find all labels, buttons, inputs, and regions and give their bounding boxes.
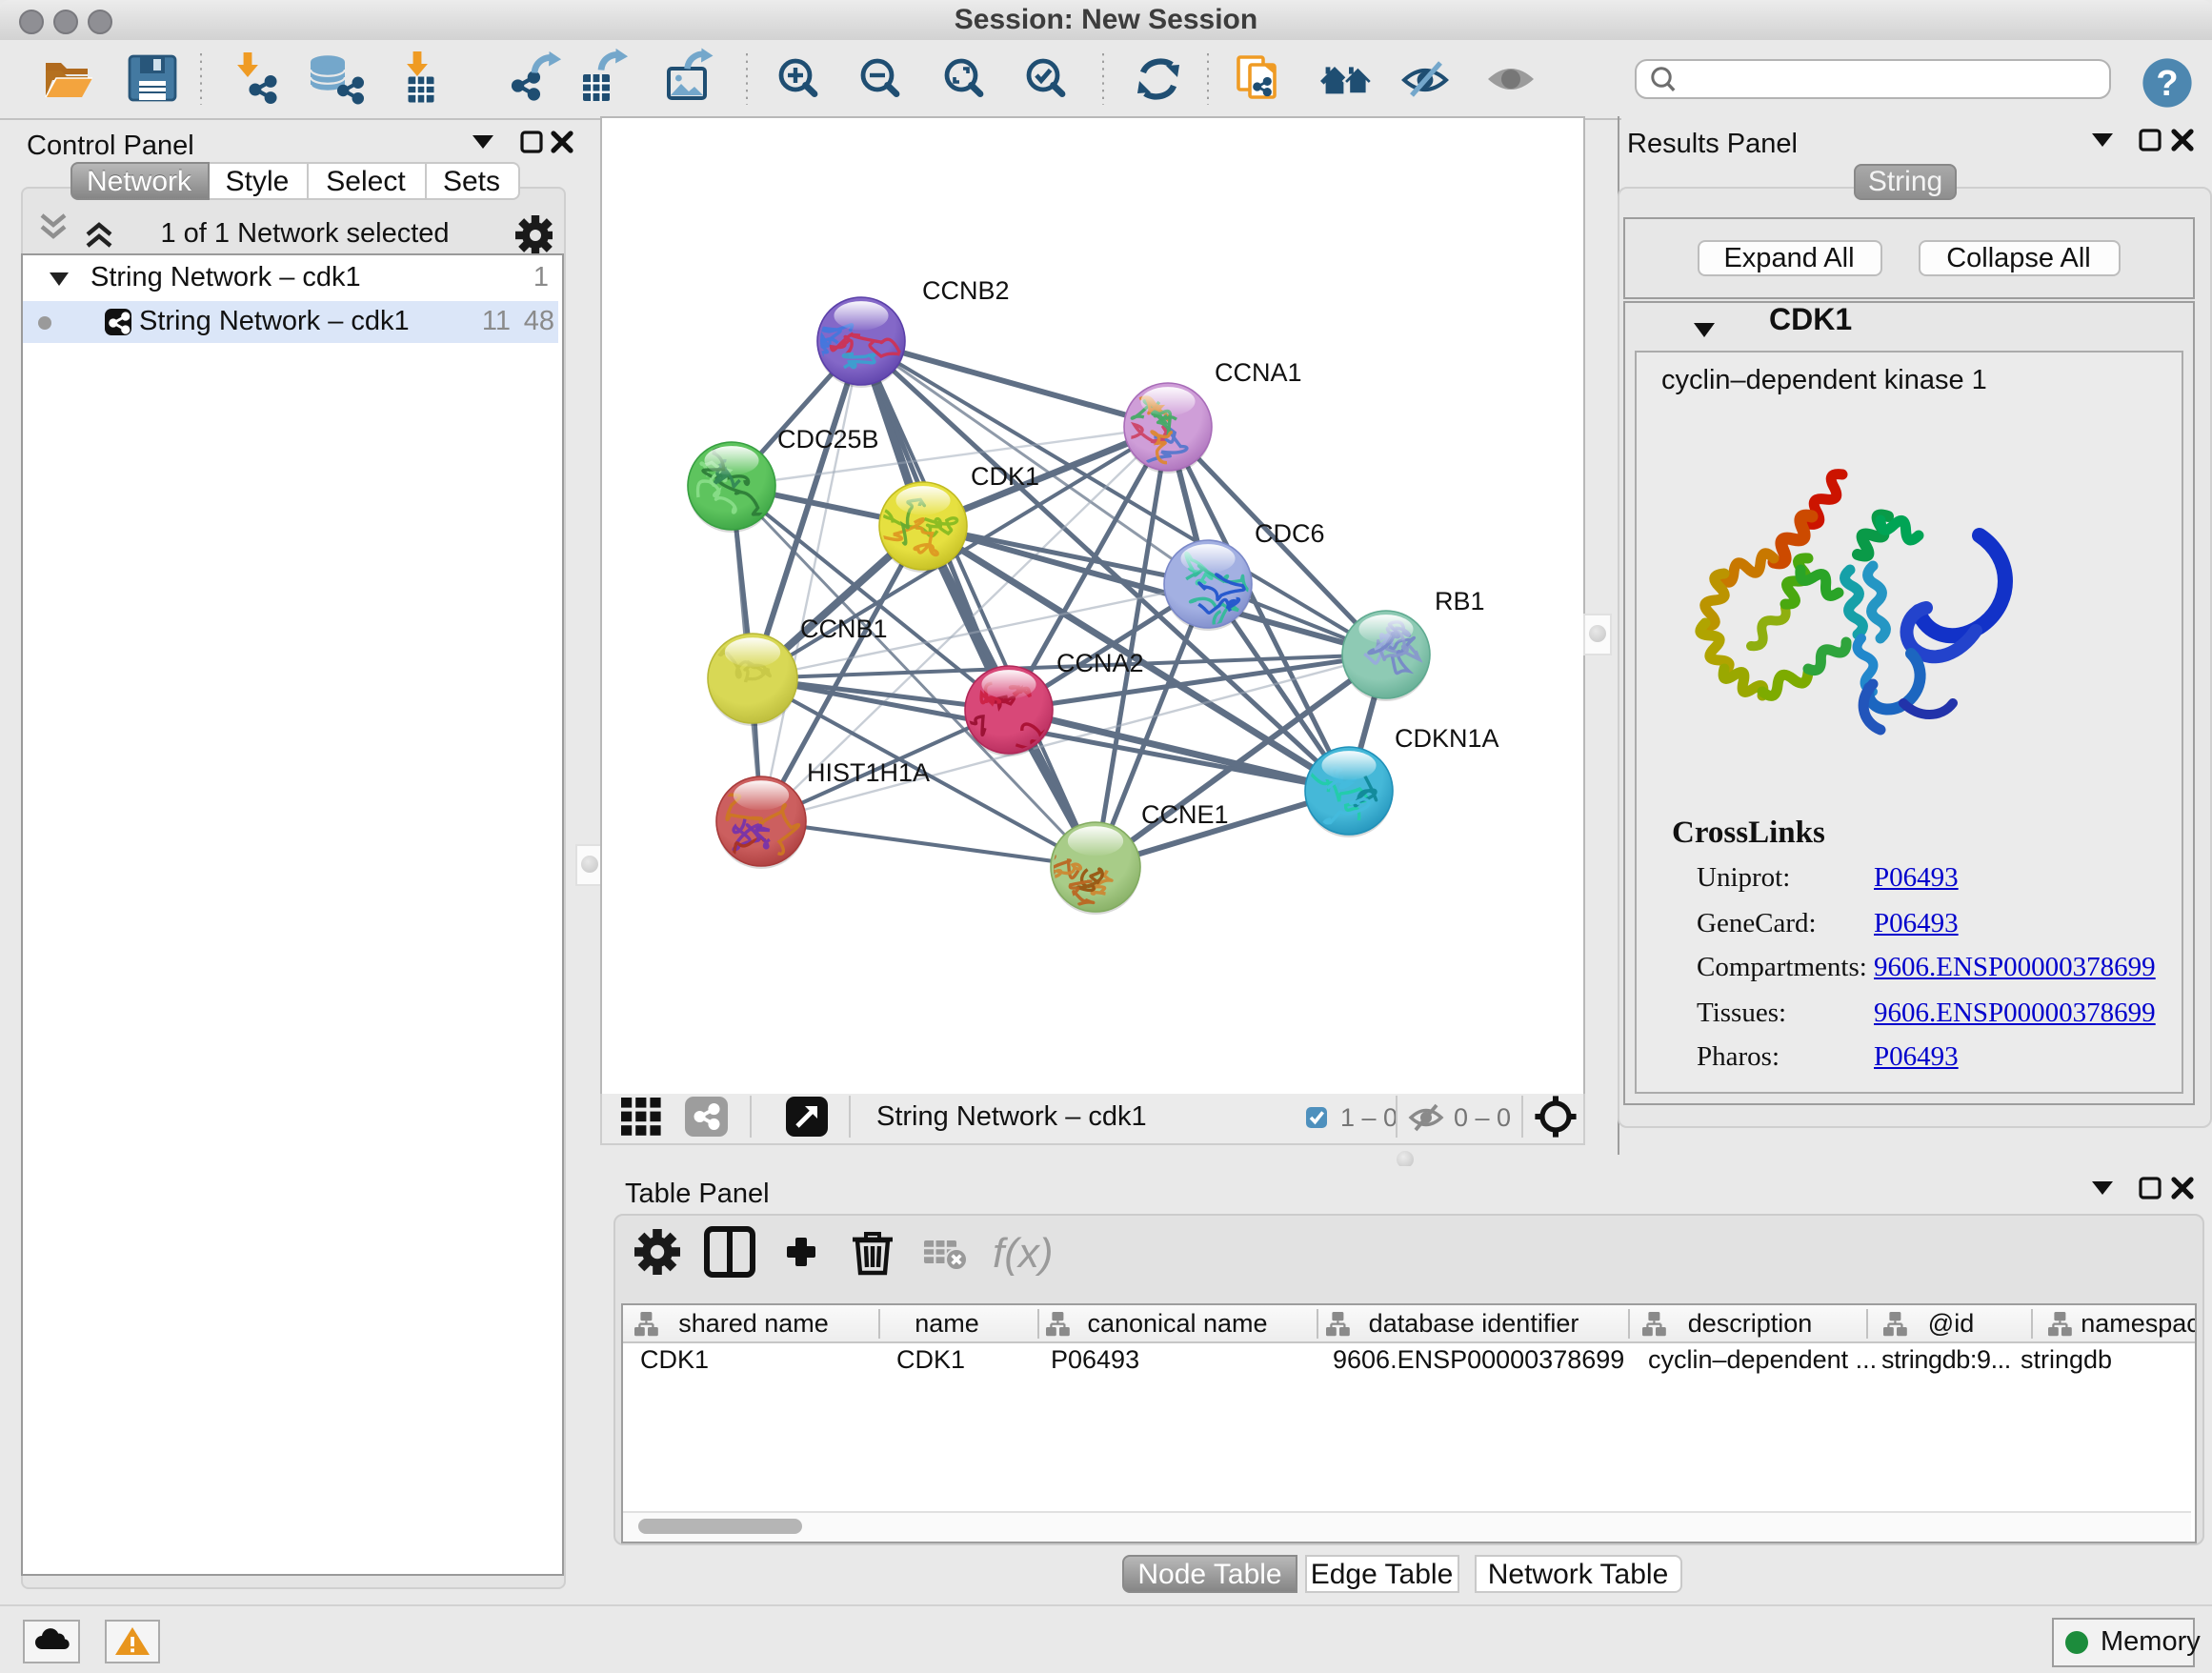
svg-text:name: name bbox=[914, 1308, 978, 1337]
svg-text:CCNE1: CCNE1 bbox=[1141, 800, 1229, 829]
svg-text:CCNB1: CCNB1 bbox=[800, 615, 888, 643]
svg-text:f(x): f(x) bbox=[993, 1230, 1054, 1277]
svg-text:CDC25B: CDC25B bbox=[777, 425, 879, 454]
svg-text:CDC6: CDC6 bbox=[1255, 519, 1325, 548]
svg-text:HIST1H1A: HIST1H1A bbox=[807, 758, 930, 787]
svg-text:CCNA2: CCNA2 bbox=[1056, 649, 1144, 677]
svg-text:CDKN1A: CDKN1A bbox=[1395, 724, 1499, 753]
svg-text:namespace: namespace bbox=[2080, 1308, 2194, 1337]
svg-text:0 – 0: 0 – 0 bbox=[1454, 1103, 1511, 1132]
svg-text:?: ? bbox=[2156, 64, 2178, 104]
svg-text:CCNB2: CCNB2 bbox=[922, 276, 1010, 305]
svg-text:String Network – cdk1: String Network – cdk1 bbox=[876, 1101, 1147, 1132]
svg-text:canonical name: canonical name bbox=[1086, 1308, 1266, 1337]
svg-text:shared name: shared name bbox=[677, 1308, 828, 1337]
svg-text:description: description bbox=[1687, 1308, 1812, 1337]
svg-text:CCNA1: CCNA1 bbox=[1215, 358, 1302, 387]
svg-text:database identifier: database identifier bbox=[1368, 1308, 1579, 1337]
svg-text:RB1: RB1 bbox=[1435, 587, 1485, 615]
svg-text:1 – 0: 1 – 0 bbox=[1340, 1103, 1398, 1132]
svg-text:@id: @id bbox=[1927, 1308, 1973, 1337]
svg-text:CDK1: CDK1 bbox=[971, 462, 1039, 491]
